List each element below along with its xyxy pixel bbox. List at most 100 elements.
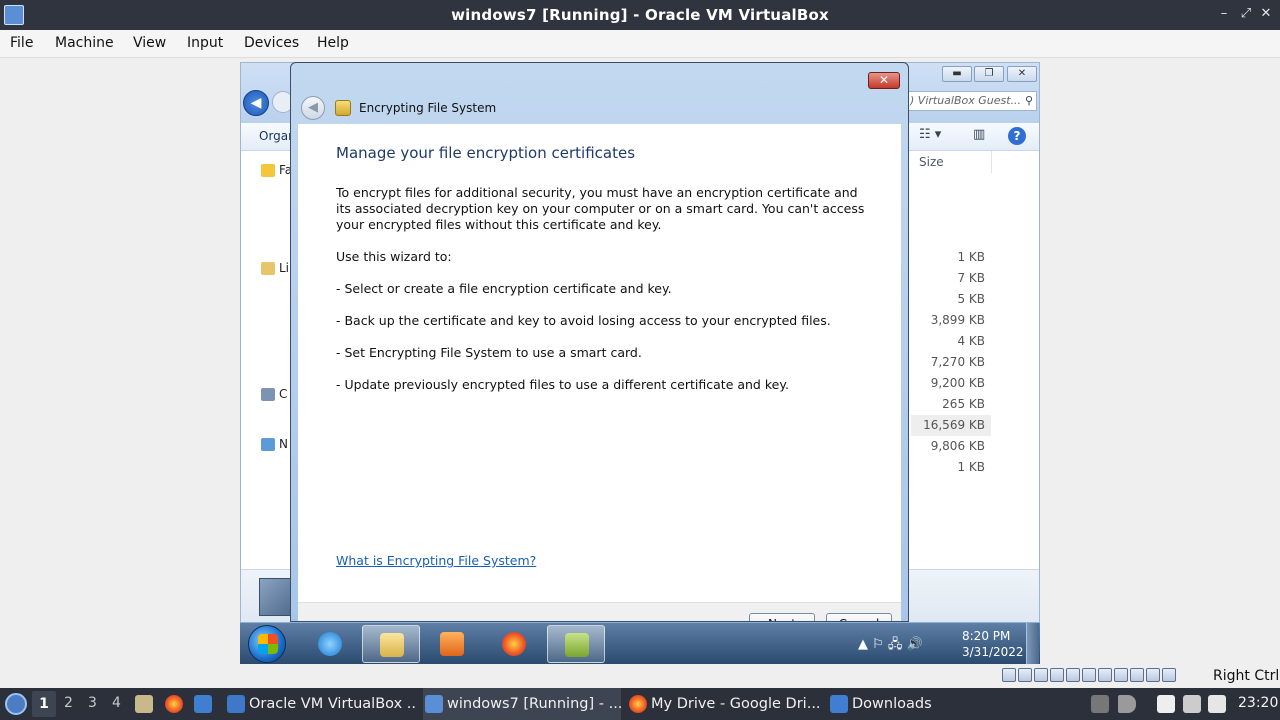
nav-network[interactable]: N [261, 437, 291, 453]
mouse-integration-icon[interactable] [1146, 668, 1160, 682]
windows-logo-icon [258, 634, 278, 654]
file-size-cell[interactable]: 9,200 KB [911, 373, 991, 394]
wizard-intro-text: Use this wizard to: [336, 249, 452, 264]
firefox-icon [629, 695, 647, 713]
task-windows7-vm[interactable]: windows7 [Running] - ... [423, 688, 621, 720]
size-column: 1 KB 7 KB 5 KB 3,899 KB 4 KB 7,270 KB 9,200 KB… [911, 247, 991, 478]
device-status-icons [1002, 668, 1176, 682]
taskbar-explorer[interactable] [362, 625, 420, 663]
explorer-close-button[interactable]: ✕ [1007, 66, 1037, 82]
file-manager-launcher-icon[interactable] [135, 695, 153, 713]
search-icon: ⚲ [1024, 94, 1033, 107]
preview-pane-icon[interactable]: ▥ [973, 127, 985, 142]
file-size-cell[interactable]: 1 KB [911, 457, 991, 478]
taskbar-firefox[interactable] [485, 625, 543, 663]
help-icon[interactable]: ? [1008, 127, 1026, 145]
guest-clock-time[interactable]: 8:20 PM [962, 629, 1010, 643]
file-size-cell[interactable]: 9,806 KB [911, 436, 991, 457]
library-icon [261, 262, 275, 275]
taskbar-ie[interactable] [301, 625, 359, 663]
virtualbox-icon [227, 695, 245, 713]
guest-display[interactable]: ▬ ❐ ✕ ◀ ) VirtualBox Guest... ⚲ Organ ☷ … [0, 58, 1280, 664]
menu-file[interactable]: File [10, 35, 33, 51]
file-size-cell[interactable]: 7 KB [911, 268, 991, 289]
workspace-1[interactable]: 1 [32, 691, 56, 717]
clipboard-icon[interactable] [1157, 695, 1175, 713]
terminal-launcher-icon[interactable] [194, 695, 212, 713]
explorer-restore-button[interactable]: ❐ [974, 66, 1004, 82]
optical-drive-icon[interactable] [1018, 668, 1032, 682]
close-button[interactable]: ✕ [1256, 6, 1276, 21]
search-input[interactable]: ) VirtualBox Guest... ⚲ [905, 91, 1037, 111]
file-size-cell[interactable]: 265 KB [911, 394, 991, 415]
bullet-backup-certificate: - Back up the certificate and key to avo… [336, 313, 831, 328]
nav-libraries[interactable]: Li [261, 261, 291, 277]
dialog-close-button[interactable]: ✕ [868, 72, 900, 89]
taskbar-efs-wizard[interactable] [547, 625, 605, 663]
application-menu-icon[interactable] [5, 693, 27, 715]
virtualbox-file-icon [259, 578, 293, 616]
task-downloads[interactable]: Downloads [828, 688, 968, 720]
maximize-button[interactable]: ⤢ [1236, 6, 1256, 21]
cpu-icon[interactable] [1130, 668, 1144, 682]
recording-icon[interactable] [1114, 668, 1128, 682]
back-arrow-icon[interactable]: ◀ [243, 90, 269, 116]
dialog-title: Encrypting File System [359, 101, 497, 115]
menu-devices[interactable]: Devices [244, 35, 299, 51]
menu-machine[interactable]: Machine [55, 35, 114, 51]
file-size-cell[interactable]: 7,270 KB [911, 352, 991, 373]
network-icon [261, 438, 275, 451]
cancel-button[interactable]: Cancel [826, 613, 892, 621]
file-size-cell[interactable]: 1 KB [911, 247, 991, 268]
network-icon[interactable] [1183, 695, 1201, 713]
wizard-footer: Next Cancel [298, 602, 901, 621]
efs-help-link[interactable]: What is Encrypting File System? [336, 553, 536, 568]
battery-icon[interactable] [1208, 695, 1226, 713]
volume-icon[interactable] [1118, 695, 1136, 713]
keyboard-capture-icon[interactable] [1162, 668, 1176, 682]
network-adapter-icon[interactable] [1050, 668, 1064, 682]
guest-clock-date[interactable]: 3/31/2022 [962, 645, 1024, 659]
vm-status-bar: Right Ctrl [0, 664, 1280, 688]
view-options-icon[interactable]: ☷ ▾ [919, 127, 941, 142]
media-player-icon [440, 632, 464, 656]
size-column-header[interactable]: Size [919, 155, 944, 169]
task-google-drive[interactable]: My Drive - Google Dri... [627, 688, 823, 720]
folder-icon [380, 633, 404, 657]
host-title-bar: windows7 [Running] - Oracle VM VirtualBo… [0, 0, 1280, 30]
guest-taskbar: ▲ ⚐ 🖧 🔊 8:20 PM 3/31/2022 [240, 622, 1040, 664]
display-icon[interactable] [1098, 668, 1112, 682]
firefox-launcher-icon[interactable] [165, 695, 183, 713]
shared-folders-icon[interactable] [1082, 668, 1096, 682]
host-clock[interactable]: 23:20 [1238, 695, 1278, 711]
notification-tray[interactable]: ▲ ⚐ 🖧 🔊 [858, 635, 923, 657]
updates-icon[interactable] [1091, 695, 1109, 713]
file-size-cell[interactable]: 5 KB [911, 289, 991, 310]
start-button[interactable] [248, 625, 286, 663]
next-button[interactable]: Next [749, 613, 815, 621]
minimize-button[interactable]: – [1214, 6, 1234, 21]
show-desktop-button[interactable] [1026, 623, 1039, 664]
wizard-back-icon[interactable]: ◀ [301, 96, 325, 120]
workspace-2[interactable]: 2 [64, 695, 73, 711]
workspace-4[interactable]: 4 [112, 695, 121, 711]
folder-icon [830, 695, 848, 713]
audio-icon[interactable] [1034, 668, 1048, 682]
nav-computer[interactable]: C [261, 387, 291, 403]
explorer-minimize-button[interactable]: ▬ [942, 66, 972, 82]
search-placeholder: ) VirtualBox Guest... [910, 94, 1022, 107]
workspace-3[interactable]: 3 [88, 695, 97, 711]
usb-icon[interactable] [1066, 668, 1080, 682]
menu-input[interactable]: Input [187, 35, 223, 51]
efs-wizard-dialog: ✕ ◀ Encrypting File System Manage your f… [290, 62, 909, 622]
taskbar-media-player[interactable] [423, 625, 481, 663]
nav-favorites[interactable]: Fa [261, 163, 291, 179]
menu-view[interactable]: View [133, 35, 166, 51]
menu-help[interactable]: Help [317, 35, 349, 51]
hard-disk-icon[interactable] [1002, 668, 1016, 682]
file-size-cell[interactable]: 3,899 KB [911, 310, 991, 331]
file-size-cell[interactable]: 16,569 KB [911, 415, 991, 436]
file-size-cell[interactable]: 4 KB [911, 331, 991, 352]
page-heading: Manage your file encryption certificates [336, 144, 636, 162]
task-virtualbox-manager[interactable]: Oracle VM VirtualBox ... [225, 688, 417, 720]
